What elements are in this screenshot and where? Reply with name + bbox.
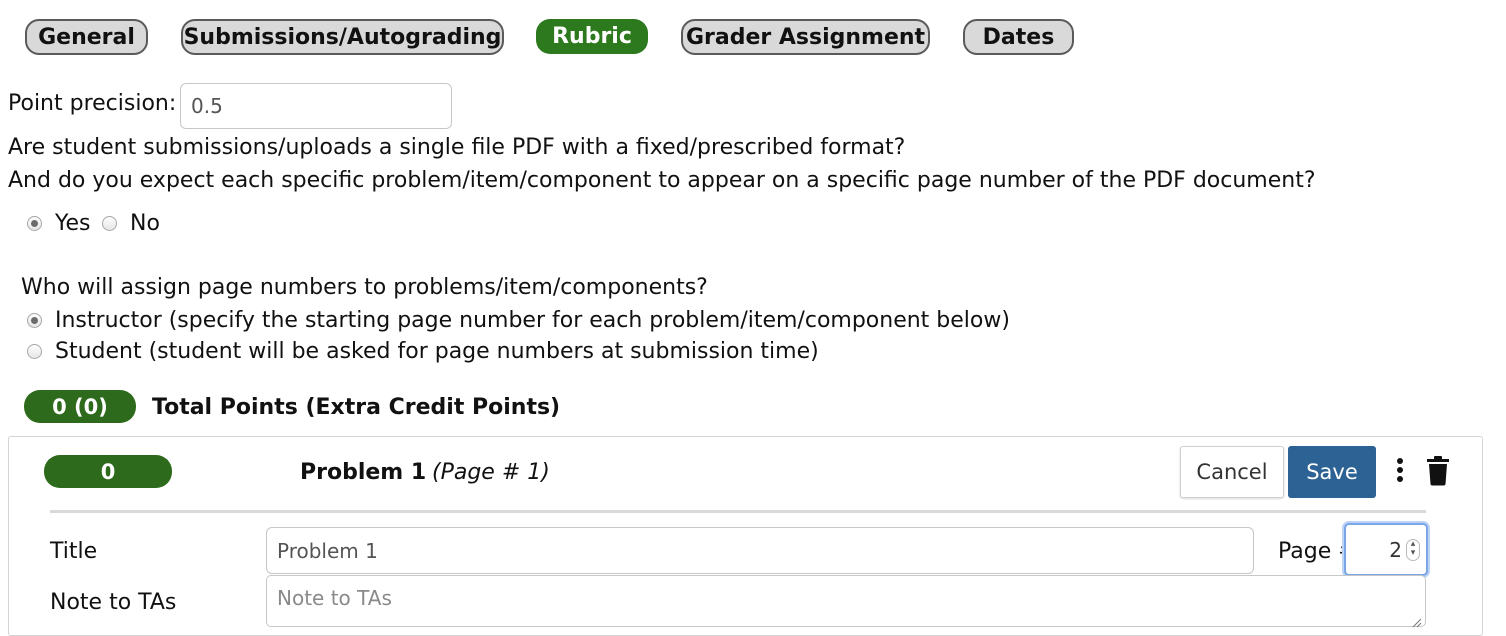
- total-points-badge: 0 (0): [24, 390, 136, 423]
- trash-icon[interactable]: [1425, 456, 1451, 486]
- total-points-label: Total Points (Extra Credit Points): [152, 395, 561, 420]
- point-precision-label: Point precision:: [8, 91, 177, 116]
- problem-title: Problem 1: [300, 460, 427, 485]
- note-label: Note to TAs: [50, 590, 177, 615]
- page-assign-question: Who will assign page numbers to problems…: [21, 275, 708, 300]
- page-number-value: 2: [1389, 538, 1402, 562]
- note-textarea[interactable]: Note to TAs: [266, 575, 1426, 628]
- radio-student-label: Student (student will be asked for page …: [55, 339, 819, 364]
- save-button[interactable]: Save: [1288, 446, 1376, 498]
- note-placeholder: Note to TAs: [277, 586, 392, 610]
- tab-general[interactable]: General: [25, 19, 148, 55]
- title-input[interactable]: Problem 1: [266, 527, 1254, 574]
- pdf-question-line1: Are student submissions/uploads a single…: [8, 135, 906, 160]
- pdf-question-line2: And do you expect each specific problem/…: [8, 168, 1316, 193]
- cancel-button[interactable]: Cancel: [1180, 446, 1284, 498]
- title-label: Title: [50, 539, 98, 564]
- problem-page-note: (Page # 1): [432, 460, 550, 485]
- radio-instructor-label: Instructor (specify the starting page nu…: [55, 308, 1010, 333]
- resize-handle-icon[interactable]: [1412, 613, 1422, 628]
- problem-divider: [50, 510, 1426, 513]
- stepper-icon[interactable]: ▴ ▾: [1406, 539, 1420, 561]
- tab-submissions-autograding[interactable]: Submissions/Autograding: [181, 19, 504, 55]
- radio-no-label: No: [130, 211, 160, 236]
- tab-dates[interactable]: Dates: [963, 19, 1074, 55]
- tab-grader-assignment[interactable]: Grader Assignment: [681, 19, 930, 55]
- tab-rubric[interactable]: Rubric: [536, 19, 648, 54]
- radio-yes[interactable]: [27, 216, 42, 231]
- point-precision-input[interactable]: 0.5: [180, 83, 452, 129]
- radio-yes-label: Yes: [55, 211, 91, 236]
- radio-no[interactable]: [102, 216, 117, 231]
- more-options-icon[interactable]: [1392, 455, 1408, 489]
- page-number-input[interactable]: 2 ▴ ▾: [1344, 523, 1428, 576]
- radio-student[interactable]: [27, 344, 42, 359]
- radio-instructor[interactable]: [27, 313, 42, 328]
- problem-points-badge: 0: [44, 455, 172, 488]
